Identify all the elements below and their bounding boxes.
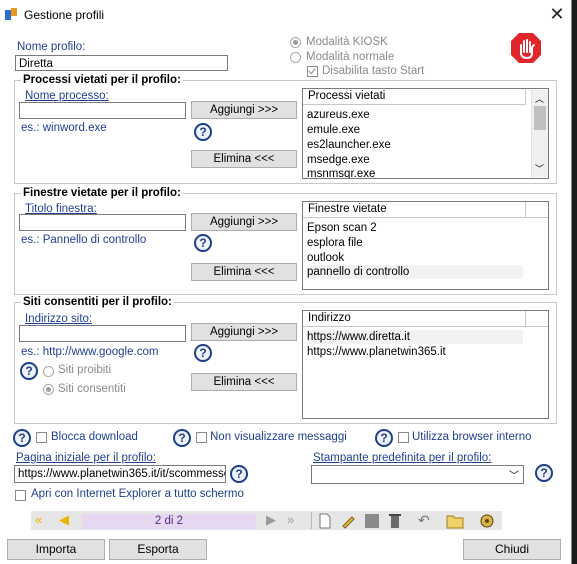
- internal-browser-label: Utilizza browser interno: [412, 431, 532, 443]
- title-bar: Gestione profili ✕: [0, 0, 571, 30]
- import-button[interactable]: Importa: [7, 539, 105, 560]
- block-download-checkbox[interactable]: [36, 432, 47, 443]
- profile-manager-window: Gestione profili ✕ Nome profilo: Diretta…: [0, 0, 572, 564]
- previous-record-icon[interactable]: ◀: [59, 512, 69, 528]
- list-item[interactable]: msedge.exe: [307, 153, 370, 167]
- chevron-down-icon[interactable]: ﹀: [509, 467, 519, 482]
- windows-group-label: Finestre vietate per il profilo:: [21, 187, 183, 199]
- forbidden-windows-header[interactable]: Finestre vietate: [303, 202, 525, 218]
- sites-allowed-label: Siti consentiti: [58, 383, 126, 395]
- add-site-button[interactable]: Aggiungi >>>: [191, 323, 297, 341]
- list-item[interactable]: outlook: [307, 251, 344, 265]
- block-download-help-icon[interactable]: ?: [13, 429, 31, 447]
- disable-start-label: Disabilita tasto Start: [322, 65, 425, 77]
- homepage-input[interactable]: https://www.planetwin365.it/it/scommesse: [14, 465, 226, 483]
- remove-site-button[interactable]: Elimina <<<: [191, 373, 297, 391]
- site-mode-help-icon[interactable]: ?: [20, 362, 38, 380]
- normal-mode-radio[interactable]: [290, 52, 301, 63]
- save-record-icon[interactable]: [364, 513, 380, 529]
- site-address-input[interactable]: [19, 325, 186, 342]
- internal-browser-help-icon[interactable]: ?: [375, 429, 393, 447]
- site-example: es.: http://www.google.com: [21, 346, 159, 358]
- ie-fullscreen-checkbox[interactable]: [15, 490, 26, 501]
- close-button[interactable]: Chiudi: [463, 539, 561, 560]
- printer-label: Stampante predefinita per il profilo:: [313, 452, 492, 464]
- process-help-icon[interactable]: ?: [194, 123, 212, 141]
- add-window-button[interactable]: Aggiungi >>>: [191, 213, 297, 231]
- process-name-input[interactable]: [19, 102, 186, 119]
- internal-browser-checkbox[interactable]: [398, 432, 409, 443]
- kiosk-label: Modalità KIOSK: [306, 36, 388, 48]
- site-help-icon[interactable]: ?: [194, 344, 212, 362]
- list-item[interactable]: msnmsgr.exe: [307, 167, 375, 178]
- window-title-input[interactable]: [19, 214, 186, 231]
- app-icon: [5, 8, 17, 20]
- normal-mode-label: Modalità normale: [306, 51, 395, 63]
- remove-process-button[interactable]: Elimina <<<: [191, 150, 297, 168]
- list-item-selected[interactable]: https://www.diretta.it: [307, 330, 523, 344]
- printer-help-icon[interactable]: ?: [535, 464, 553, 482]
- sites-forbidden-radio[interactable]: [43, 366, 54, 377]
- block-download-label: Blocca download: [51, 431, 138, 443]
- no-messages-help-icon[interactable]: ?: [173, 429, 191, 447]
- processes-scrollbar[interactable]: ︿ ﹀: [531, 90, 548, 177]
- edit-record-icon[interactable]: [340, 513, 356, 529]
- disable-start-checkbox[interactable]: [307, 66, 318, 77]
- printer-select[interactable]: ﹀: [311, 465, 524, 484]
- list-item[interactable]: https://www.planetwin365.it: [307, 345, 446, 359]
- chevron-up-icon[interactable]: ︿: [535, 92, 544, 105]
- export-button[interactable]: Esporta: [109, 539, 207, 560]
- next-record-icon[interactable]: ▶: [266, 512, 276, 528]
- process-name-label: Nome processo:: [25, 90, 109, 102]
- scroll-thumb[interactable]: [534, 106, 546, 130]
- last-record-icon[interactable]: »: [287, 512, 294, 528]
- forbidden-processes-list[interactable]: Processi vietati azureus.exe emule.exe e…: [302, 88, 549, 179]
- nav-divider: [311, 512, 312, 529]
- allowed-sites-list[interactable]: Indirizzo https://www.diretta.it https:/…: [302, 310, 549, 419]
- homepage-label: Pagina iniziale per il profilo:: [16, 452, 156, 464]
- window-title: Gestione profili: [24, 8, 105, 22]
- list-item[interactable]: es2launcher.exe: [307, 138, 391, 152]
- folder-icon[interactable]: [446, 513, 464, 529]
- undo-icon[interactable]: ↶: [418, 512, 430, 528]
- delete-record-icon[interactable]: [388, 512, 402, 529]
- sites-group-label: Siti consentiti per il profilo:: [21, 296, 174, 308]
- profile-name-field[interactable]: Diretta: [15, 55, 228, 71]
- process-example: es.: winword.exe: [21, 122, 107, 134]
- stop-hand-icon: [511, 33, 541, 63]
- window-example: es.: Pannello di controllo: [21, 234, 147, 246]
- profile-name-label: Nome profilo:: [17, 41, 86, 53]
- no-messages-label: Non visualizzare messaggi: [210, 431, 347, 443]
- list-item[interactable]: emule.exe: [307, 123, 360, 137]
- site-address-label: Indirizzo sito:: [25, 313, 93, 325]
- sites-allowed-radio[interactable]: [43, 384, 54, 395]
- list-item[interactable]: Epson scan 2: [307, 221, 377, 235]
- homepage-help-icon[interactable]: ?: [230, 465, 248, 483]
- address-header[interactable]: Indirizzo: [303, 311, 525, 327]
- list-item[interactable]: azureus.exe: [307, 108, 370, 122]
- list-item-selected[interactable]: pannello di controllo: [307, 265, 523, 279]
- ie-fullscreen-label: Apri con Internet Explorer a tutto scher…: [31, 488, 244, 500]
- first-record-icon[interactable]: «: [35, 512, 42, 528]
- forbidden-processes-header[interactable]: Processi vietati: [303, 89, 525, 105]
- remove-window-button[interactable]: Elimina <<<: [191, 263, 297, 281]
- new-record-icon[interactable]: [318, 513, 332, 529]
- tools-icon[interactable]: [478, 512, 496, 529]
- kiosk-radio[interactable]: [290, 37, 301, 48]
- processes-group-label: Processi vietati per il profilo:: [21, 74, 183, 86]
- window-help-icon[interactable]: ?: [194, 234, 212, 252]
- list-item[interactable]: esplora file: [307, 236, 363, 250]
- forbidden-windows-list[interactable]: Finestre vietate Epson scan 2 esplora fi…: [302, 201, 549, 290]
- no-messages-checkbox[interactable]: [196, 432, 207, 443]
- chevron-down-icon[interactable]: ﹀: [535, 162, 544, 175]
- sites-forbidden-label: Siti proibiti: [58, 364, 112, 376]
- add-process-button[interactable]: Aggiungi >>>: [191, 101, 297, 119]
- close-icon[interactable]: ✕: [548, 5, 566, 23]
- record-position: 2 di 2: [82, 514, 256, 529]
